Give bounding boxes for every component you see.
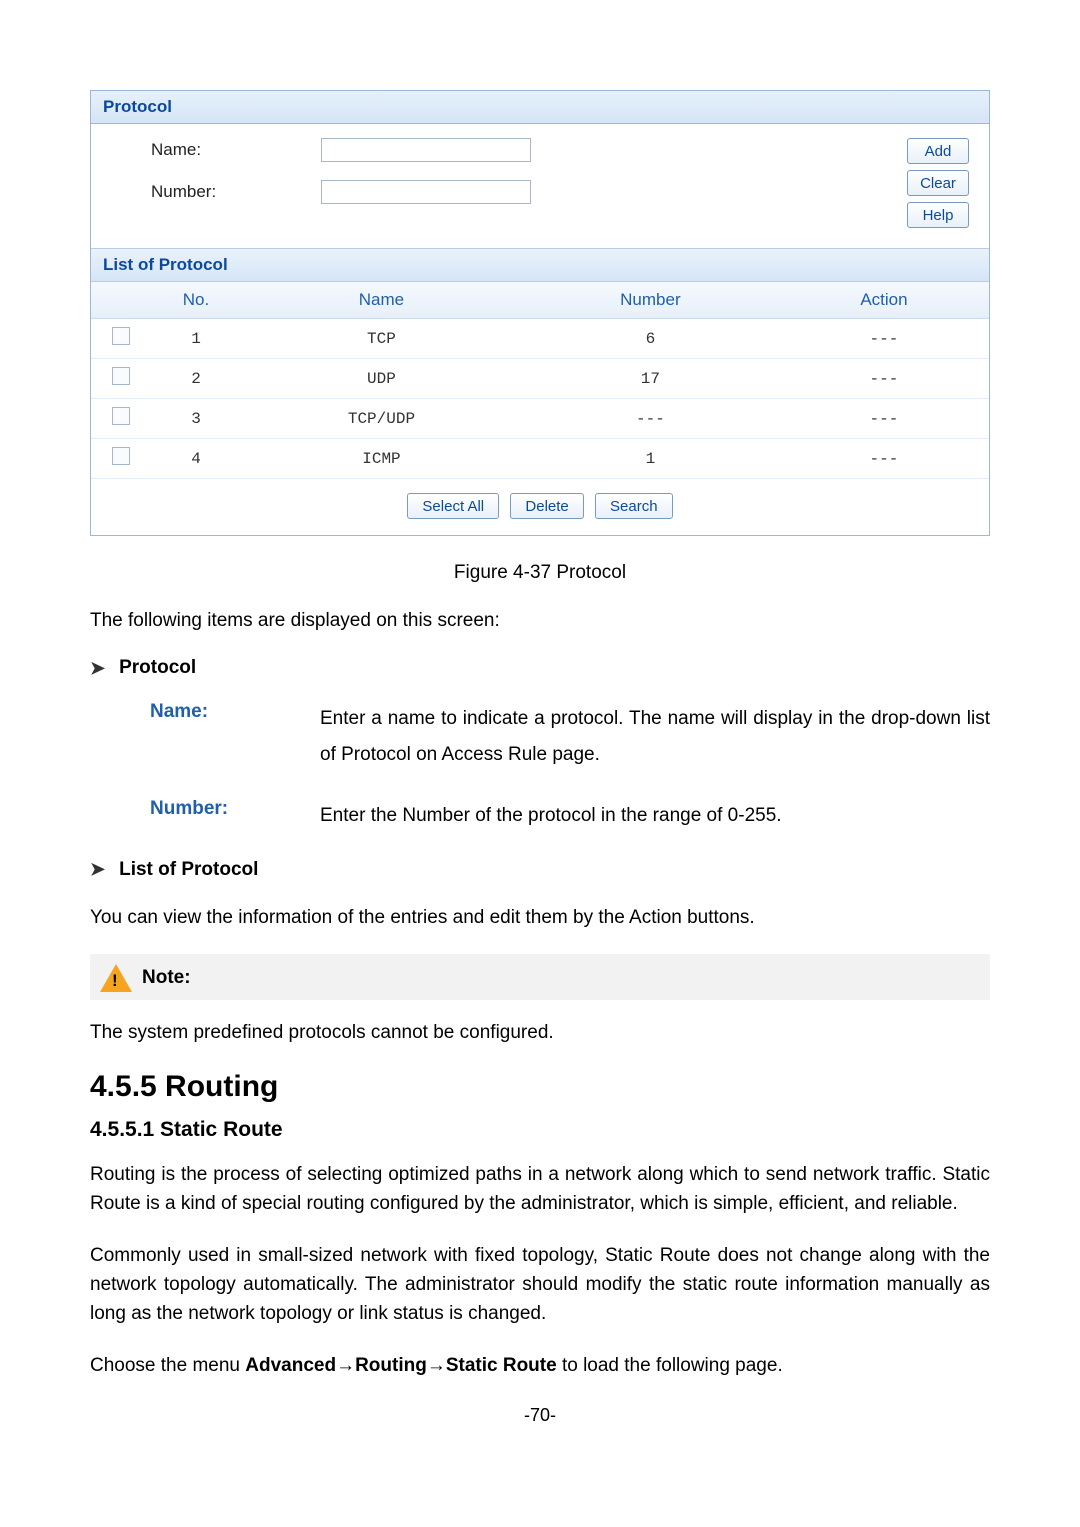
def-term-name: Name: bbox=[150, 701, 320, 771]
cell-name: UDP bbox=[241, 359, 522, 399]
table-row: 1 TCP 6 --- bbox=[91, 319, 989, 359]
delete-button[interactable]: Delete bbox=[510, 493, 583, 519]
col-action: Action bbox=[779, 282, 989, 319]
note-text: The system predefined protocols cannot b… bbox=[90, 1018, 990, 1047]
def-desc-name: Enter a name to indicate a protocol. The… bbox=[320, 701, 990, 771]
number-row: Number: bbox=[111, 180, 887, 204]
name-row: Name: bbox=[111, 138, 887, 162]
cell-name: TCP bbox=[241, 319, 522, 359]
panel-title: Protocol bbox=[91, 91, 989, 124]
bullet-protocol-label: Protocol bbox=[119, 657, 196, 679]
col-no: No. bbox=[151, 282, 241, 319]
page-number: -70- bbox=[90, 1405, 990, 1426]
bullet-list-label: List of Protocol bbox=[119, 859, 258, 881]
subsection-static-route: 4.5.5.1 Static Route bbox=[90, 1118, 990, 1142]
bullet-protocol: ➤ Protocol bbox=[90, 657, 990, 679]
cell-number: 17 bbox=[522, 359, 779, 399]
form-left: Name: Number: bbox=[111, 138, 887, 204]
bullet-arrow-icon: ➤ bbox=[90, 859, 105, 880]
cell-number: 1 bbox=[522, 439, 779, 479]
number-label: Number: bbox=[111, 182, 231, 202]
row-checkbox[interactable] bbox=[112, 367, 130, 385]
routing-para-2: Commonly used in small-sized network wit… bbox=[90, 1241, 990, 1329]
button-column: Add Clear Help bbox=[907, 138, 969, 228]
cell-action: --- bbox=[779, 439, 989, 479]
definition-list: Name: Enter a name to indicate a protoco… bbox=[150, 701, 990, 832]
menu-prefix: Choose the menu bbox=[90, 1355, 245, 1376]
protocol-panel: Protocol Name: Number: Add Clear Help Li… bbox=[90, 90, 990, 536]
bullet-arrow-icon: ➤ bbox=[90, 658, 105, 679]
cell-action: --- bbox=[779, 399, 989, 439]
form-area: Name: Number: Add Clear Help bbox=[91, 124, 989, 248]
name-input[interactable] bbox=[321, 138, 531, 162]
routing-para-1: Routing is the process of selecting opti… bbox=[90, 1160, 990, 1219]
row-checkbox[interactable] bbox=[112, 327, 130, 345]
menu-path: Advanced→Routing→Static Route bbox=[245, 1355, 556, 1376]
menu-line: Choose the menu Advanced→Routing→Static … bbox=[90, 1351, 990, 1381]
row-checkbox[interactable] bbox=[112, 447, 130, 465]
cell-no: 2 bbox=[151, 359, 241, 399]
table-button-row: Select All Delete Search bbox=[91, 479, 989, 535]
col-name: Name bbox=[241, 282, 522, 319]
number-input[interactable] bbox=[321, 180, 531, 204]
select-all-button[interactable]: Select All bbox=[407, 493, 499, 519]
cell-name: ICMP bbox=[241, 439, 522, 479]
name-label: Name: bbox=[111, 140, 231, 160]
list-paragraph: You can view the information of the entr… bbox=[90, 903, 990, 932]
search-button[interactable]: Search bbox=[595, 493, 673, 519]
note-header: Note: bbox=[100, 964, 980, 992]
help-button[interactable]: Help bbox=[907, 202, 969, 228]
note-label: Note: bbox=[142, 967, 191, 989]
clear-button[interactable]: Clear bbox=[907, 170, 969, 196]
def-term-number: Number: bbox=[150, 798, 320, 833]
def-row-name: Name: Enter a name to indicate a protoco… bbox=[150, 701, 990, 771]
table-row: 2 UDP 17 --- bbox=[91, 359, 989, 399]
cell-no: 4 bbox=[151, 439, 241, 479]
cell-no: 3 bbox=[151, 399, 241, 439]
row-checkbox[interactable] bbox=[112, 407, 130, 425]
cell-number: --- bbox=[522, 399, 779, 439]
col-number: Number bbox=[522, 282, 779, 319]
cell-action: --- bbox=[779, 359, 989, 399]
col-check bbox=[91, 282, 151, 319]
list-title: List of Protocol bbox=[91, 248, 989, 282]
cell-name: TCP/UDP bbox=[241, 399, 522, 439]
warning-icon bbox=[100, 964, 132, 992]
section-routing: 4.5.5 Routing bbox=[90, 1070, 990, 1104]
def-desc-number: Enter the Number of the protocol in the … bbox=[320, 798, 990, 833]
menu-suffix: to load the following page. bbox=[557, 1355, 783, 1376]
cell-no: 1 bbox=[151, 319, 241, 359]
def-row-number: Number: Enter the Number of the protocol… bbox=[150, 798, 990, 833]
cell-number: 6 bbox=[522, 319, 779, 359]
cell-action: --- bbox=[779, 319, 989, 359]
intro-line: The following items are displayed on thi… bbox=[90, 606, 990, 635]
protocol-table: No. Name Number Action 1 TCP 6 --- 2 UDP… bbox=[91, 282, 989, 479]
figure-caption: Figure 4-37 Protocol bbox=[90, 562, 990, 584]
add-button[interactable]: Add bbox=[907, 138, 969, 164]
table-header-row: No. Name Number Action bbox=[91, 282, 989, 319]
bullet-list-of-protocol: ➤ List of Protocol bbox=[90, 859, 990, 881]
table-row: 4 ICMP 1 --- bbox=[91, 439, 989, 479]
table-row: 3 TCP/UDP --- --- bbox=[91, 399, 989, 439]
note-box: Note: bbox=[90, 954, 990, 1000]
